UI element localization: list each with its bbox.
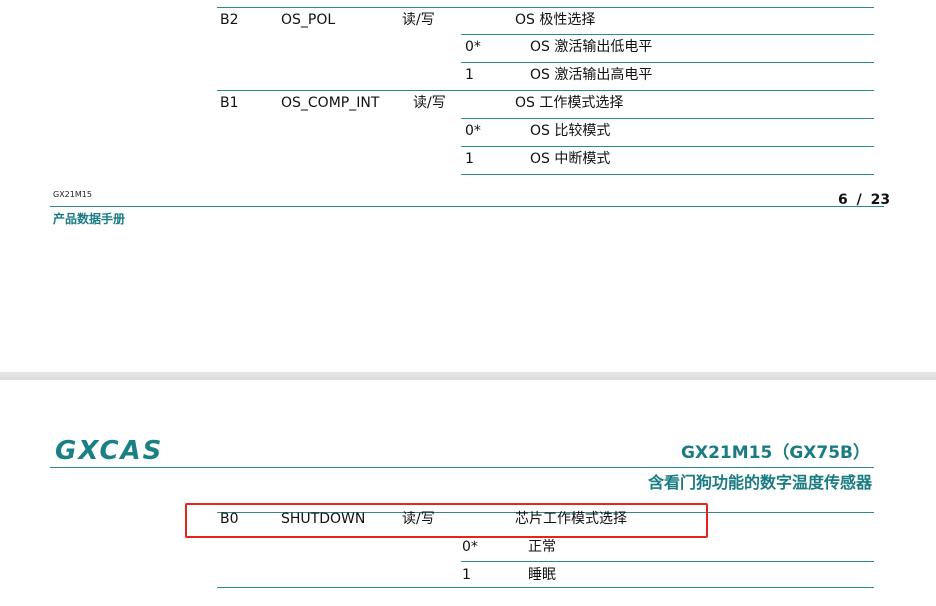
document-title: GX21M15（GX75B） (681, 443, 870, 463)
register-access: 读/写 (413, 95, 446, 111)
option-meaning: 睡眠 (528, 567, 556, 583)
company-logo: GXCAS (55, 436, 164, 466)
page-6-bottom: B2 OS_POL 读/写 OS 极性选择 0* OS 激活输出低电平 1 OS… (0, 0, 936, 372)
row-rule (461, 174, 874, 175)
register-bit: B2 (220, 12, 239, 28)
option-value: 1 (462, 567, 471, 583)
option-value: 0* (465, 123, 481, 139)
register-access: 读/写 (402, 12, 435, 28)
row-rule (461, 34, 874, 35)
option-value: 1 (465, 67, 474, 83)
register-description: OS 工作模式选择 (515, 95, 624, 111)
option-meaning: OS 中断模式 (530, 151, 611, 167)
register-name: OS_COMP_INT (281, 95, 380, 111)
footer-doc-id: GX21M15 (53, 190, 92, 199)
table-top-rule (217, 7, 874, 8)
option-value: 1 (465, 151, 474, 167)
row-rule (217, 90, 874, 91)
option-meaning: 正常 (528, 539, 556, 555)
register-bit: B1 (220, 95, 239, 111)
highlight-annotation-box (185, 503, 708, 538)
register-name: OS_POL (281, 12, 336, 28)
row-rule (461, 146, 874, 147)
row-rule (217, 587, 874, 588)
row-rule (461, 561, 874, 562)
footer-doc-type: 产品数据手册 (53, 212, 126, 226)
document-subtitle: 含看门狗功能的数字温度传感器 (647, 473, 872, 492)
header-rule (50, 467, 874, 468)
page-7-top: GXCAS GX21M15（GX75B） 含看门狗功能的数字温度传感器 B0 S… (0, 380, 936, 606)
option-meaning: OS 激活输出高电平 (530, 67, 653, 83)
option-meaning: OS 激活输出低电平 (530, 39, 653, 55)
footer-rule (50, 206, 884, 207)
row-rule (461, 118, 874, 119)
option-meaning: OS 比较模式 (530, 123, 611, 139)
option-value: 0* (465, 39, 481, 55)
row-rule (461, 62, 874, 63)
page-gap (0, 372, 936, 380)
option-value: 0* (462, 539, 478, 555)
register-description: OS 极性选择 (515, 12, 596, 28)
